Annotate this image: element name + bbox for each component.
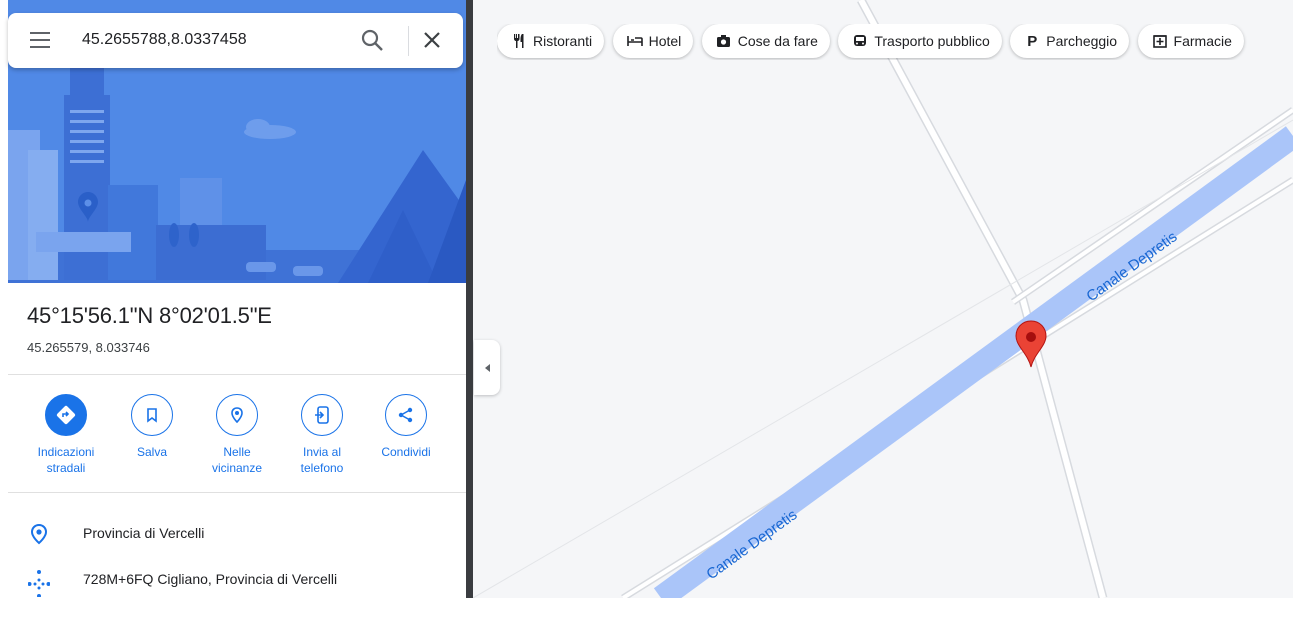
address-row[interactable]: Provincia di Vercelli [0,519,466,549]
chip-label: Hotel [648,33,682,49]
chip-label: Cose da fare [737,33,818,49]
directions-icon [45,394,87,436]
chip-things-to-do[interactable]: Cose da fare [701,24,830,58]
chip-parking[interactable]: P Parcheggio [1010,24,1130,58]
collapse-panel-button[interactable] [474,340,500,395]
divider [8,374,466,375]
place-decimal-coordinates[interactable]: 45.265579, 8.033746 [27,340,150,355]
action-label: vicinanze [211,461,263,475]
pharmacy-icon [1152,33,1168,49]
action-label: Salva [136,445,168,459]
chip-label: Ristoranti [533,33,593,49]
action-label: Indicazioni [37,445,95,459]
search-separator [408,26,409,56]
nearby-icon [216,394,258,436]
close-icon[interactable] [418,26,446,54]
chip-label: Parcheggio [1046,33,1118,49]
action-label: telefono [300,461,344,475]
canal-water [653,126,1293,598]
chip-pharmacies[interactable]: Farmacie [1137,24,1244,58]
search-icon[interactable] [358,26,386,54]
map-canvas[interactable]: Canale Depretis Canale Depretis [473,0,1293,598]
divider [8,492,466,493]
map-graphics: Canale Depretis Canale Depretis [473,0,1293,598]
place-title: 45°15'56.1"N 8°02'01.5"E [27,303,272,328]
restaurant-icon [511,33,527,49]
collapse-arrow-icon [484,363,490,372]
share-button[interactable]: Condividi [361,394,451,460]
chip-transit[interactable]: Trasporto pubblico [838,24,1002,58]
parking-icon: P [1027,32,1038,50]
directions-button[interactable]: Indicazioni stradali [21,394,111,476]
transit-icon [852,33,868,49]
search-box [8,13,463,68]
bookmark-icon [131,394,173,436]
side-panel: 45°15'56.1"N 8°02'01.5"E 45.265579, 8.03… [0,0,466,598]
send-to-phone-button[interactable]: Invia al telefono [277,394,367,476]
panel-divider [466,0,473,598]
plus-code-icon [27,569,51,598]
plus-code-row[interactable]: 728M+6FQ Cigliano, Provincia di Vercelli [0,565,466,598]
chip-label: Trasporto pubblico [874,33,990,49]
search-input[interactable] [82,27,332,53]
chip-restaurants[interactable]: Ristoranti [497,24,605,58]
action-label: Nelle [223,445,251,459]
nearby-button[interactable]: Nelle vicinanze [192,394,282,476]
action-label: Condividi [381,445,431,459]
location-pin-icon [28,523,50,545]
share-icon [385,394,427,436]
chip-label: Farmacie [1173,33,1232,49]
hotel-icon [626,33,643,49]
action-label: stradali [46,461,86,475]
chip-hotel[interactable]: Hotel [612,24,694,58]
send-to-phone-icon [301,394,343,436]
save-button[interactable]: Salva [107,394,197,460]
camera-icon [716,33,732,49]
address-text: Provincia di Vercelli [83,525,205,541]
plus-code-text: 728M+6FQ Cigliano, Provincia di Vercelli [83,571,338,587]
action-label: Invia al [302,445,342,459]
category-chips: Ristoranti Hotel Cose da fare Trasporto … [497,24,1293,60]
menu-icon[interactable] [30,32,50,48]
